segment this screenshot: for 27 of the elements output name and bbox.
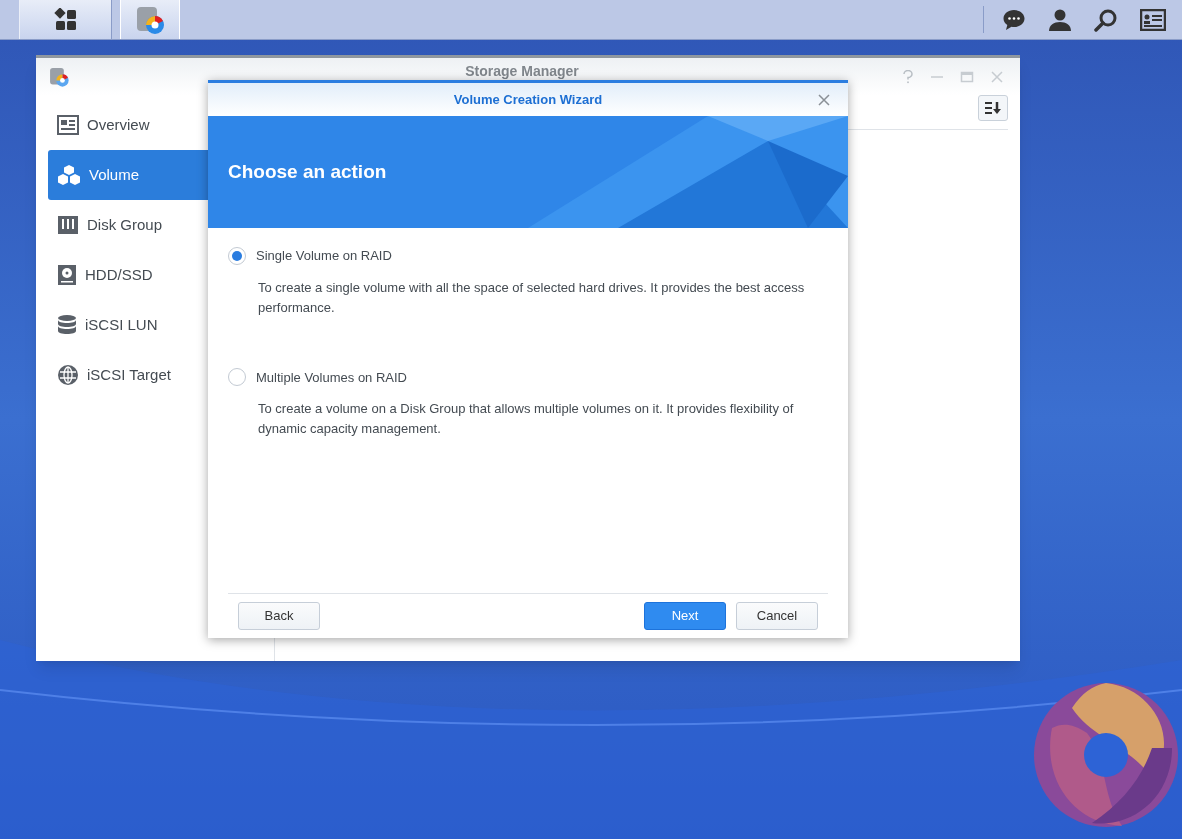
close-icon[interactable]: [818, 93, 830, 106]
cancel-button[interactable]: Cancel: [736, 602, 818, 630]
overview-card-icon: [57, 115, 79, 135]
app-grid-icon: [53, 7, 78, 32]
hard-drive-icon: [57, 264, 77, 286]
main-menu-button[interactable]: [20, 0, 112, 39]
radio-option[interactable]: Single Volume on RAID: [228, 246, 828, 266]
storage-app-icon: [48, 65, 70, 88]
sort-icon: [984, 101, 1002, 115]
radio-button[interactable]: [228, 368, 246, 387]
dialog-title: Volume Creation Wizard: [452, 90, 604, 109]
globe-icon: [57, 364, 79, 386]
chat-icon[interactable]: [1002, 7, 1026, 32]
search-icon[interactable]: [1094, 7, 1118, 32]
cubes-icon: [57, 164, 81, 186]
radio-button[interactable]: [228, 246, 246, 265]
radio-option[interactable]: Multiple Volumes on RAID: [228, 367, 828, 387]
disk-group-icon: [57, 215, 79, 235]
database-icon: [57, 314, 77, 336]
widget-card-icon[interactable]: [1140, 8, 1166, 31]
user-icon[interactable]: [1048, 7, 1072, 32]
option-description: To create a volume on a Disk Group that allows multiple volumes on it. It provides flexibility of dynamic capacity management.: [257, 400, 795, 438]
taskbar-app-button[interactable]: [120, 0, 180, 39]
window-title: Storage Manager: [465, 62, 579, 79]
option-description: To create a single volume with all the space of selected hard drives. It provides the best access performance.: [257, 278, 806, 317]
back-button[interactable]: Back: [238, 602, 320, 630]
sort-button[interactable]: [978, 95, 1008, 121]
